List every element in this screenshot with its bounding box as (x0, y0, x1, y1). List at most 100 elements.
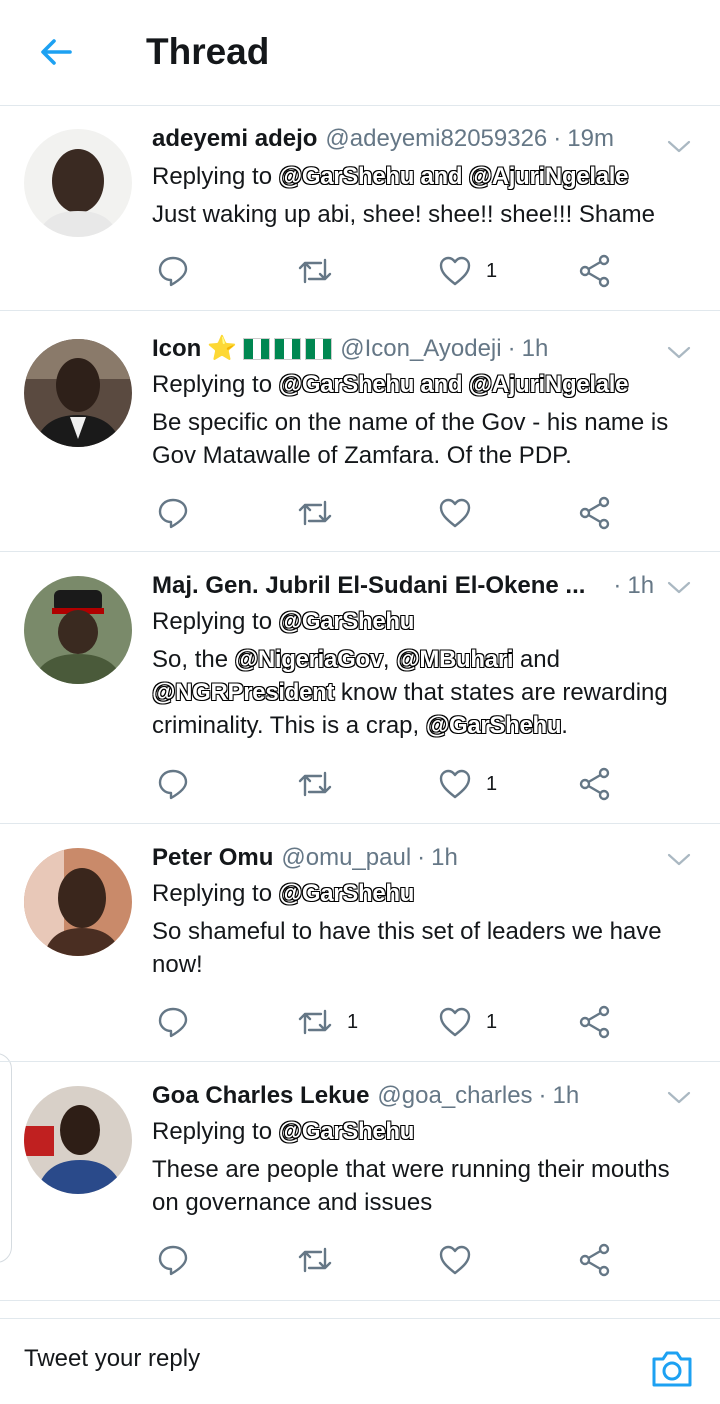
separator-dot: · (538, 1082, 547, 1109)
share-button[interactable] (579, 251, 611, 291)
share-icon (579, 496, 610, 530)
heart-icon (439, 1245, 471, 1275)
reply-button[interactable] (156, 251, 190, 291)
avatar[interactable] (24, 1086, 132, 1194)
reply-icon (158, 256, 188, 287)
retweet-icon (298, 258, 332, 284)
chevron-down-icon[interactable] (666, 1084, 692, 1110)
heart-icon (439, 498, 471, 528)
retweet-icon (298, 1247, 332, 1273)
replying-to: Replying to @GarShehu (152, 1115, 700, 1149)
camera-button[interactable] (650, 1349, 694, 1389)
share-icon (579, 767, 610, 801)
heart-icon (439, 1007, 471, 1037)
reply-button[interactable] (156, 1002, 190, 1042)
reply-input[interactable]: Tweet your reply (24, 1339, 200, 1379)
tweet-actions (0, 493, 720, 533)
retweet-icon (298, 500, 332, 526)
mention-link[interactable]: @NigeriaGov (235, 646, 383, 673)
like-button[interactable]: 1 (438, 764, 497, 804)
mention-link[interactable]: @GarShehu and @AjuriNgelale (279, 163, 629, 190)
back-button[interactable] (34, 30, 78, 74)
reply-button[interactable] (156, 1240, 190, 1280)
retweet-button[interactable] (297, 251, 347, 291)
share-button[interactable] (579, 764, 611, 804)
avatar[interactable] (24, 339, 132, 447)
user-handle[interactable]: @adeyemi82059326 (325, 123, 547, 155)
tweet-item[interactable]: Maj. Gen. Jubril El-Sudani El-Okene ... … (0, 552, 720, 824)
retweet-count: 1 (347, 1010, 359, 1033)
heart-icon (439, 769, 471, 799)
reply-button[interactable] (156, 764, 190, 804)
user-handle[interactable]: @Icon_Ayodeji (340, 333, 501, 365)
reply-icon (158, 769, 188, 800)
timestamp: 1h (627, 572, 655, 599)
mention-link[interactable]: @NGRPresident (152, 679, 335, 706)
like-count: 1 (486, 1010, 498, 1033)
like-button[interactable] (438, 1240, 486, 1280)
display-name[interactable]: Maj. Gen. Jubril El-Sudani El-Okene ... (152, 570, 585, 602)
chevron-down-icon[interactable] (666, 133, 692, 159)
timestamp: 1h (552, 1082, 580, 1109)
display-name[interactable]: Peter Omu (152, 842, 273, 874)
tweet-header: Peter Omu @omu_paul · 1h (152, 842, 700, 874)
app-header: Thread (0, 0, 720, 106)
replying-to: Replying to @GarShehu (152, 605, 700, 639)
display-name[interactable]: Icon (152, 333, 201, 365)
retweet-button[interactable] (297, 1240, 347, 1280)
star-emoji: ⭐ (207, 335, 238, 362)
mention-link[interactable]: @GarShehu and @AjuriNgelale (279, 371, 629, 398)
retweet-button[interactable]: 1 (297, 1002, 358, 1042)
tweet-text: So, the @NigeriaGov, @MBuhari and @NGRPr… (152, 643, 700, 742)
share-button[interactable] (579, 1002, 611, 1042)
tweet-item[interactable]: Goa Charles Lekue @goa_charles · 1h Repl… (0, 1062, 720, 1301)
tweet-item[interactable]: adeyemi adejo @adeyemi82059326 · 19m Rep… (0, 107, 720, 311)
replying-prefix: Replying to (152, 371, 273, 398)
user-handle[interactable]: @omu_paul (281, 842, 411, 874)
tweet-item[interactable]: Icon ⭐ @Icon_Ayodeji · 1h Replying to @G… (0, 311, 720, 552)
mention-link[interactable]: @GarShehu (279, 880, 415, 907)
like-button[interactable]: 1 (438, 251, 497, 291)
like-count: 1 (486, 772, 498, 795)
replying-prefix: Replying to (152, 163, 273, 190)
display-name[interactable]: Goa Charles Lekue (152, 1080, 369, 1112)
nigeria-flag-emojis (243, 338, 333, 360)
reply-button[interactable] (156, 493, 190, 533)
tweet-text: So shameful to have this set of leaders … (152, 918, 662, 978)
share-icon (579, 254, 610, 288)
display-name[interactable]: adeyemi adejo (152, 123, 317, 155)
thread-feed: adeyemi adejo @adeyemi82059326 · 19m Rep… (0, 107, 720, 1301)
share-button[interactable] (579, 493, 611, 533)
tweet-item[interactable]: Peter Omu @omu_paul · 1h Replying to @Ga… (0, 824, 720, 1062)
replying-to: Replying to @GarShehu (152, 877, 700, 911)
share-button[interactable] (579, 1240, 611, 1280)
avatar[interactable] (24, 576, 132, 684)
page-title: Thread (146, 31, 270, 72)
chevron-down-icon[interactable] (666, 339, 692, 365)
replying-prefix: Replying to (152, 880, 273, 907)
avatar[interactable] (24, 848, 132, 956)
like-button[interactable] (438, 493, 486, 533)
retweet-button[interactable] (297, 764, 347, 804)
tweet-header: Goa Charles Lekue @goa_charles · 1h (152, 1080, 700, 1112)
retweet-button[interactable] (297, 493, 347, 533)
separator-dot: · (417, 844, 426, 871)
avatar[interactable] (24, 129, 132, 237)
separator-dot: · (613, 572, 622, 599)
chevron-down-icon[interactable] (666, 574, 692, 600)
tweet-text: Just waking up abi, shee! shee!! shee!!!… (152, 201, 655, 228)
mention-link[interactable]: @GarShehu (279, 1118, 415, 1145)
back-arrow-icon (41, 39, 72, 65)
user-handle[interactable]: @goa_charles (377, 1080, 532, 1112)
heart-icon (439, 256, 471, 286)
nigeria-flag-icon (305, 338, 333, 360)
reply-composer-bar: Tweet your reply (0, 1318, 720, 1404)
mention-link[interactable]: @MBuhari (396, 646, 513, 673)
like-button[interactable]: 1 (438, 1002, 497, 1042)
mention-link[interactable]: @GarShehu (279, 608, 415, 635)
camera-icon (652, 1351, 692, 1387)
chevron-down-icon[interactable] (666, 846, 692, 872)
reply-icon (158, 1245, 188, 1276)
replying-to: Replying to @GarShehu and @AjuriNgelale (152, 160, 700, 194)
mention-link[interactable]: @GarShehu (426, 712, 562, 739)
